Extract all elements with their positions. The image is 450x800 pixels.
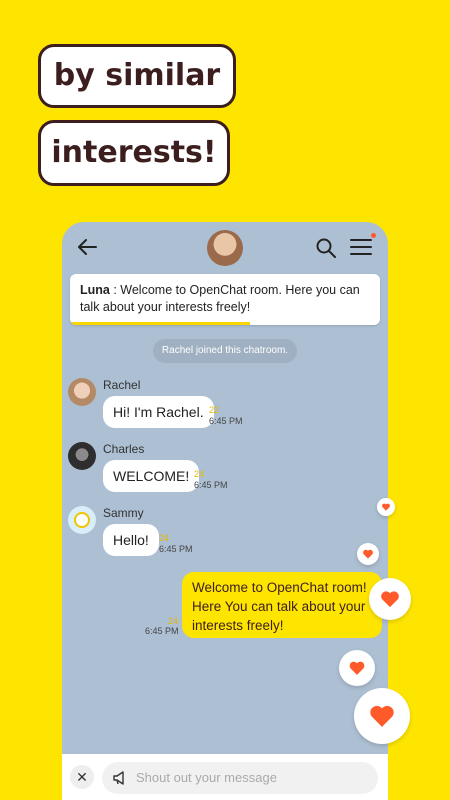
heart-icon bbox=[363, 549, 373, 559]
system-message: Rachel joined this chatroom. bbox=[153, 339, 297, 363]
avatar[interactable] bbox=[68, 378, 96, 406]
unread-count: 24 bbox=[168, 616, 179, 626]
heart-reaction[interactable] bbox=[354, 688, 410, 744]
message-bubble[interactable]: WELCOME! bbox=[103, 460, 200, 492]
headline-line-1: by similar bbox=[53, 58, 221, 93]
message-input-bar: ✕ Shout out your message bbox=[62, 754, 388, 800]
message-input[interactable]: Shout out your message bbox=[102, 762, 378, 794]
heart-icon bbox=[349, 661, 365, 675]
notice-progress-bar bbox=[70, 322, 250, 325]
notification-dot bbox=[371, 233, 376, 238]
unread-count: 24 bbox=[194, 469, 205, 479]
headline-bubble-1: by similar bbox=[38, 44, 236, 108]
chat-topbar bbox=[62, 222, 388, 272]
message-bubble[interactable]: Hello! bbox=[103, 524, 159, 556]
headline-bubble-2: interests! bbox=[38, 120, 230, 186]
heart-reaction bbox=[339, 650, 375, 686]
headline-line-2: interests! bbox=[51, 135, 217, 170]
heart-reaction bbox=[369, 578, 411, 620]
close-icon[interactable]: ✕ bbox=[70, 765, 94, 789]
message-time: 6:45 PM bbox=[145, 626, 179, 636]
avatar[interactable] bbox=[68, 442, 96, 470]
menu-icon[interactable] bbox=[349, 236, 373, 258]
megaphone-icon bbox=[113, 771, 124, 785]
unread-count: 24 bbox=[159, 533, 170, 543]
unread-count: 22 bbox=[209, 405, 220, 415]
heart-icon bbox=[381, 591, 399, 608]
heart-reaction bbox=[357, 543, 379, 565]
member-name: Rachel bbox=[103, 378, 141, 392]
input-placeholder: Shout out your message bbox=[136, 770, 277, 785]
search-icon[interactable] bbox=[315, 237, 337, 259]
chatroom-avatar[interactable] bbox=[207, 230, 243, 266]
heart-icon bbox=[382, 503, 390, 511]
member-name: Sammy bbox=[103, 506, 144, 520]
message-time: 6:45 PM bbox=[209, 416, 243, 426]
heart-icon bbox=[370, 705, 394, 727]
chat-screen: Luna : Welcome to OpenChat room. Here yo… bbox=[62, 222, 388, 800]
notice-banner[interactable]: Luna : Welcome to OpenChat room. Here yo… bbox=[70, 274, 380, 325]
message-time: 6:45 PM bbox=[194, 480, 228, 490]
member-name: Charles bbox=[103, 442, 145, 456]
notice-text: : Welcome to OpenChat room. Here you can… bbox=[80, 283, 360, 314]
back-arrow-icon[interactable] bbox=[76, 236, 98, 258]
heart-reaction bbox=[377, 498, 395, 516]
message-bubble[interactable]: Hi! I'm Rachel. bbox=[103, 396, 214, 428]
my-message-bubble[interactable]: Welcome to OpenChat room! Here You can t… bbox=[182, 572, 382, 638]
notice-sender: Luna bbox=[80, 283, 110, 297]
message-time: 6:45 PM bbox=[159, 544, 193, 554]
avatar[interactable] bbox=[68, 506, 96, 534]
